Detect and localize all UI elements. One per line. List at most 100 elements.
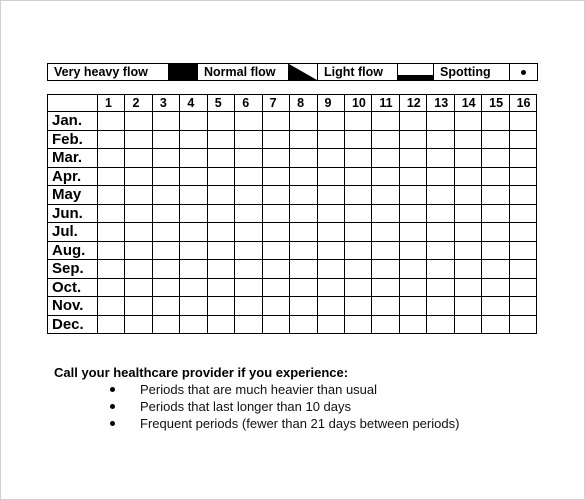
day-cell[interactable]: [151, 185, 181, 205]
day-cell[interactable]: [371, 166, 400, 186]
day-cell[interactable]: [179, 277, 208, 297]
day-cell[interactable]: [398, 185, 428, 205]
day-cell[interactable]: [426, 166, 455, 186]
day-cell[interactable]: [453, 166, 483, 186]
day-cell[interactable]: [453, 111, 483, 131]
day-cell[interactable]: [234, 148, 263, 168]
day-cell[interactable]: [124, 240, 153, 260]
day-cell[interactable]: [398, 203, 428, 223]
day-cell[interactable]: [96, 259, 126, 279]
day-cell[interactable]: [261, 166, 291, 186]
day-cell[interactable]: [96, 148, 126, 168]
day-cell[interactable]: [151, 129, 181, 149]
day-cell[interactable]: [481, 185, 510, 205]
day-cell[interactable]: [371, 296, 400, 316]
day-cell[interactable]: [371, 129, 400, 149]
day-cell[interactable]: [289, 240, 318, 260]
day-cell[interactable]: [316, 240, 345, 260]
day-cell[interactable]: [453, 259, 483, 279]
day-cell[interactable]: [508, 296, 538, 316]
day-cell[interactable]: [179, 166, 208, 186]
day-cell[interactable]: [234, 277, 263, 297]
day-cell[interactable]: [371, 111, 400, 131]
day-cell[interactable]: [426, 222, 455, 242]
day-cell[interactable]: [96, 240, 126, 260]
day-cell[interactable]: [426, 185, 455, 205]
day-cell[interactable]: [343, 185, 373, 205]
day-cell[interactable]: [453, 314, 483, 334]
day-cell[interactable]: [206, 203, 236, 223]
day-cell[interactable]: [96, 296, 126, 316]
day-cell[interactable]: [481, 166, 510, 186]
day-cell[interactable]: [179, 148, 208, 168]
day-cell[interactable]: [261, 148, 291, 168]
day-cell[interactable]: [481, 111, 510, 131]
day-cell[interactable]: [206, 111, 236, 131]
day-cell[interactable]: [453, 129, 483, 149]
day-cell[interactable]: [289, 296, 318, 316]
day-cell[interactable]: [481, 129, 510, 149]
day-cell[interactable]: [316, 148, 345, 168]
day-cell[interactable]: [289, 203, 318, 223]
day-cell[interactable]: [179, 203, 208, 223]
day-cell[interactable]: [124, 277, 153, 297]
day-cell[interactable]: [151, 240, 181, 260]
day-cell[interactable]: [289, 185, 318, 205]
day-cell[interactable]: [343, 111, 373, 131]
day-cell[interactable]: [234, 166, 263, 186]
day-cell[interactable]: [206, 314, 236, 334]
day-cell[interactable]: [343, 222, 373, 242]
day-cell[interactable]: [261, 314, 291, 334]
day-cell[interactable]: [481, 277, 510, 297]
day-cell[interactable]: [316, 296, 345, 316]
day-cell[interactable]: [289, 259, 318, 279]
day-cell[interactable]: [206, 259, 236, 279]
day-cell[interactable]: [343, 259, 373, 279]
day-cell[interactable]: [124, 129, 153, 149]
day-cell[interactable]: [124, 111, 153, 131]
day-cell[interactable]: [151, 148, 181, 168]
day-cell[interactable]: [234, 222, 263, 242]
day-cell[interactable]: [151, 222, 181, 242]
day-cell[interactable]: [261, 185, 291, 205]
day-cell[interactable]: [234, 185, 263, 205]
day-cell[interactable]: [508, 111, 538, 131]
day-cell[interactable]: [261, 111, 291, 131]
day-cell[interactable]: [371, 222, 400, 242]
day-cell[interactable]: [343, 296, 373, 316]
day-cell[interactable]: [289, 129, 318, 149]
day-cell[interactable]: [151, 314, 181, 334]
day-cell[interactable]: [261, 296, 291, 316]
day-cell[interactable]: [481, 148, 510, 168]
day-cell[interactable]: [371, 277, 400, 297]
day-cell[interactable]: [481, 240, 510, 260]
day-cell[interactable]: [206, 296, 236, 316]
day-cell[interactable]: [261, 259, 291, 279]
day-cell[interactable]: [289, 314, 318, 334]
day-cell[interactable]: [96, 129, 126, 149]
day-cell[interactable]: [124, 185, 153, 205]
day-cell[interactable]: [316, 222, 345, 242]
day-cell[interactable]: [96, 314, 126, 334]
day-cell[interactable]: [206, 277, 236, 297]
day-cell[interactable]: [453, 277, 483, 297]
day-cell[interactable]: [96, 166, 126, 186]
day-cell[interactable]: [398, 111, 428, 131]
day-cell[interactable]: [453, 203, 483, 223]
day-cell[interactable]: [343, 166, 373, 186]
day-cell[interactable]: [96, 203, 126, 223]
day-cell[interactable]: [481, 203, 510, 223]
day-cell[interactable]: [508, 203, 538, 223]
day-cell[interactable]: [453, 296, 483, 316]
day-cell[interactable]: [343, 129, 373, 149]
day-cell[interactable]: [261, 222, 291, 242]
day-cell[interactable]: [371, 259, 400, 279]
day-cell[interactable]: [316, 111, 345, 131]
day-cell[interactable]: [124, 314, 153, 334]
day-cell[interactable]: [316, 129, 345, 149]
day-cell[interactable]: [289, 277, 318, 297]
day-cell[interactable]: [151, 166, 181, 186]
day-cell[interactable]: [316, 166, 345, 186]
day-cell[interactable]: [426, 240, 455, 260]
day-cell[interactable]: [343, 277, 373, 297]
